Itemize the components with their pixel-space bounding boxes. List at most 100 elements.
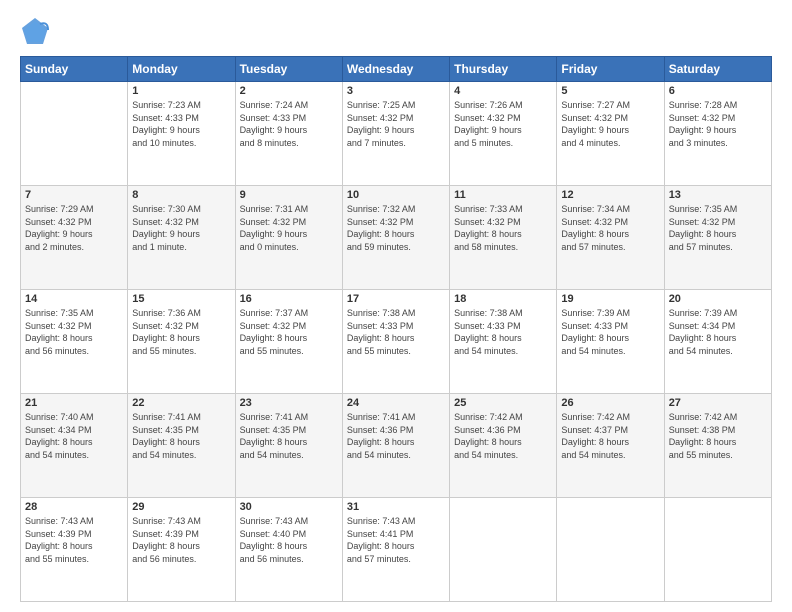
calendar-body: 1Sunrise: 7:23 AM Sunset: 4:33 PM Daylig… [21, 82, 772, 602]
day-number: 13 [669, 189, 767, 201]
header-cell-tuesday: Tuesday [235, 57, 342, 82]
day-cell: 4Sunrise: 7:26 AM Sunset: 4:32 PM Daylig… [450, 82, 557, 186]
week-row-0: 1Sunrise: 7:23 AM Sunset: 4:33 PM Daylig… [21, 82, 772, 186]
day-cell: 20Sunrise: 7:39 AM Sunset: 4:34 PM Dayli… [664, 290, 771, 394]
day-number: 29 [132, 501, 230, 513]
day-cell: 19 Sunrise: 7:39 AM Sunset: 4:33 PM Dayli… [557, 290, 664, 394]
week-row-3: 21Sunrise: 7:40 AM Sunset: 4:34 PM Dayli… [21, 394, 772, 498]
day-info: Sunrise: 7:29 AM Sunset: 4:32 PM Dayligh… [25, 203, 123, 253]
day-number: 30 [240, 501, 338, 513]
day-cell [664, 498, 771, 602]
page: SundayMondayTuesdayWednesdayThursdayFrid… [0, 0, 792, 612]
day-number: 5 [561, 85, 659, 97]
day-number: 2 [240, 85, 338, 97]
day-number: 6 [669, 85, 767, 97]
day-info: Sunrise: 7:35 AM Sunset: 4:32 PM Dayligh… [25, 307, 123, 357]
day-number: 17 [347, 293, 445, 305]
day-cell: 12 Sunrise: 7:34 AM Sunset: 4:32 PM Dayli… [557, 186, 664, 290]
day-info: Sunrise: 7:43 AM Sunset: 4:39 PM Dayligh… [132, 515, 230, 565]
day-number: 24 [347, 397, 445, 409]
day-number: 11 [454, 189, 552, 201]
day-number: 25 [454, 397, 552, 409]
day-number: 26 [561, 397, 659, 409]
header-cell-friday: Friday [557, 57, 664, 82]
day-cell: 16 Sunrise: 7:37 AM Sunset: 4:32 PM Dayli… [235, 290, 342, 394]
header-cell-monday: Monday [128, 57, 235, 82]
day-cell: 26 Sunrise: 7:42 AM Sunset: 4:37 PM Dayli… [557, 394, 664, 498]
day-cell: 5 Sunrise: 7:27 AM Sunset: 4:32 PM Daylig… [557, 82, 664, 186]
day-info: Sunrise: 7:34 AM Sunset: 4:32 PM Dayligh… [561, 203, 659, 253]
day-number: 9 [240, 189, 338, 201]
day-cell: 1Sunrise: 7:23 AM Sunset: 4:33 PM Daylig… [128, 82, 235, 186]
day-cell: 15 Sunrise: 7:36 AM Sunset: 4:32 PM Dayli… [128, 290, 235, 394]
day-cell: 7 Sunrise: 7:29 AM Sunset: 4:32 PM Daylig… [21, 186, 128, 290]
header-row: SundayMondayTuesdayWednesdayThursdayFrid… [21, 57, 772, 82]
day-cell: 17Sunrise: 7:38 AM Sunset: 4:33 PM Dayli… [342, 290, 449, 394]
day-number: 18 [454, 293, 552, 305]
day-cell: 14Sunrise: 7:35 AM Sunset: 4:32 PM Dayli… [21, 290, 128, 394]
day-info: Sunrise: 7:41 AM Sunset: 4:35 PM Dayligh… [240, 411, 338, 461]
day-number: 12 [561, 189, 659, 201]
day-cell: 8 Sunrise: 7:30 AM Sunset: 4:32 PM Daylig… [128, 186, 235, 290]
day-info: Sunrise: 7:24 AM Sunset: 4:33 PM Dayligh… [240, 99, 338, 149]
day-cell: 28Sunrise: 7:43 AM Sunset: 4:39 PM Dayli… [21, 498, 128, 602]
day-cell [21, 82, 128, 186]
day-info: Sunrise: 7:32 AM Sunset: 4:32 PM Dayligh… [347, 203, 445, 253]
day-cell: 21Sunrise: 7:40 AM Sunset: 4:34 PM Dayli… [21, 394, 128, 498]
day-info: Sunrise: 7:25 AM Sunset: 4:32 PM Dayligh… [347, 99, 445, 149]
day-number: 1 [132, 85, 230, 97]
day-info: Sunrise: 7:30 AM Sunset: 4:32 PM Dayligh… [132, 203, 230, 253]
day-number: 27 [669, 397, 767, 409]
day-number: 19 [561, 293, 659, 305]
header-cell-sunday: Sunday [21, 57, 128, 82]
day-number: 8 [132, 189, 230, 201]
week-row-1: 7 Sunrise: 7:29 AM Sunset: 4:32 PM Daylig… [21, 186, 772, 290]
day-info: Sunrise: 7:37 AM Sunset: 4:32 PM Dayligh… [240, 307, 338, 357]
day-cell: 11 Sunrise: 7:33 AM Sunset: 4:32 PM Dayli… [450, 186, 557, 290]
day-number: 15 [132, 293, 230, 305]
day-info: Sunrise: 7:41 AM Sunset: 4:35 PM Dayligh… [132, 411, 230, 461]
day-number: 3 [347, 85, 445, 97]
day-info: Sunrise: 7:38 AM Sunset: 4:33 PM Dayligh… [454, 307, 552, 357]
day-info: Sunrise: 7:33 AM Sunset: 4:32 PM Dayligh… [454, 203, 552, 253]
day-info: Sunrise: 7:27 AM Sunset: 4:32 PM Dayligh… [561, 99, 659, 149]
day-cell: 13 Sunrise: 7:35 AM Sunset: 4:32 PM Dayli… [664, 186, 771, 290]
day-cell [557, 498, 664, 602]
logo-icon [20, 16, 50, 46]
calendar-header: SundayMondayTuesdayWednesdayThursdayFrid… [21, 57, 772, 82]
day-cell [450, 498, 557, 602]
logo [20, 16, 54, 46]
day-info: Sunrise: 7:41 AM Sunset: 4:36 PM Dayligh… [347, 411, 445, 461]
day-cell: 3 Sunrise: 7:25 AM Sunset: 4:32 PM Daylig… [342, 82, 449, 186]
day-info: Sunrise: 7:42 AM Sunset: 4:37 PM Dayligh… [561, 411, 659, 461]
day-info: Sunrise: 7:40 AM Sunset: 4:34 PM Dayligh… [25, 411, 123, 461]
day-cell: 27 Sunrise: 7:42 AM Sunset: 4:38 PM Dayli… [664, 394, 771, 498]
header [20, 16, 772, 46]
day-info: Sunrise: 7:39 AM Sunset: 4:33 PM Dayligh… [561, 307, 659, 357]
day-cell: 24 Sunrise: 7:41 AM Sunset: 4:36 PM Dayli… [342, 394, 449, 498]
day-info: Sunrise: 7:42 AM Sunset: 4:38 PM Dayligh… [669, 411, 767, 461]
day-number: 28 [25, 501, 123, 513]
day-info: Sunrise: 7:42 AM Sunset: 4:36 PM Dayligh… [454, 411, 552, 461]
day-cell: 30 Sunrise: 7:43 AM Sunset: 4:40 PM Dayli… [235, 498, 342, 602]
day-info: Sunrise: 7:26 AM Sunset: 4:32 PM Dayligh… [454, 99, 552, 149]
day-cell: 25 Sunrise: 7:42 AM Sunset: 4:36 PM Dayli… [450, 394, 557, 498]
day-info: Sunrise: 7:35 AM Sunset: 4:32 PM Dayligh… [669, 203, 767, 253]
day-number: 16 [240, 293, 338, 305]
day-info: Sunrise: 7:28 AM Sunset: 4:32 PM Dayligh… [669, 99, 767, 149]
day-cell: 18 Sunrise: 7:38 AM Sunset: 4:33 PM Dayli… [450, 290, 557, 394]
day-number: 20 [669, 293, 767, 305]
day-cell: 31Sunrise: 7:43 AM Sunset: 4:41 PM Dayli… [342, 498, 449, 602]
day-number: 10 [347, 189, 445, 201]
week-row-4: 28 Sunrise: 7:43 AM Sunset: 4:39 PM Dayli… [21, 498, 772, 602]
day-info: Sunrise: 7:43 AM Sunset: 4:40 PM Dayligh… [240, 515, 338, 565]
day-info: Sunrise: 7:36 AM Sunset: 4:32 PM Dayligh… [132, 307, 230, 357]
header-cell-thursday: Thursday [450, 57, 557, 82]
day-cell: 10 Sunrise: 7:32 AM Sunset: 4:32 PM Dayli… [342, 186, 449, 290]
day-cell: 2 Sunrise: 7:24 AM Sunset: 4:33 PM Daylig… [235, 82, 342, 186]
day-cell: 29 Sunrise: 7:43 AM Sunset: 4:39 PM Dayli… [128, 498, 235, 602]
day-info: Sunrise: 7:31 AM Sunset: 4:32 PM Dayligh… [240, 203, 338, 253]
header-cell-saturday: Saturday [664, 57, 771, 82]
day-number: 7 [25, 189, 123, 201]
day-number: 23 [240, 397, 338, 409]
